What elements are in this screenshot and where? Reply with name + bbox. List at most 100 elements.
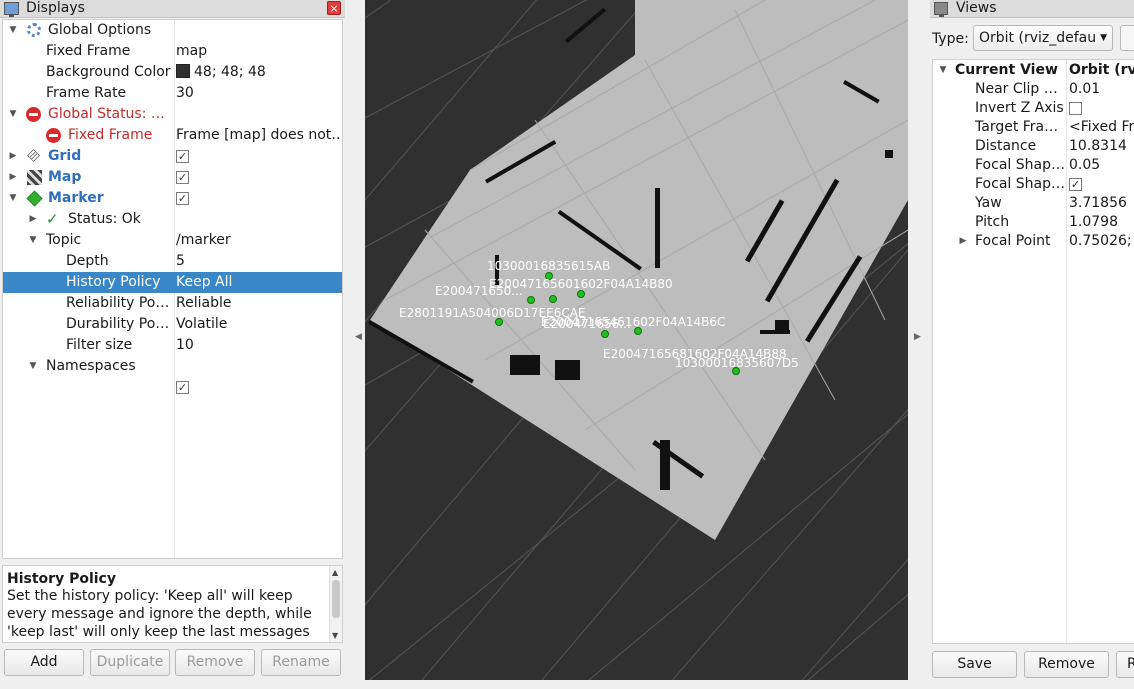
tree-value[interactable]: 0.01	[1069, 80, 1134, 99]
tree-key: Background Color	[46, 64, 171, 80]
collapse-arrow-icon[interactable]: ▼	[8, 188, 18, 209]
left-splitter[interactable]: ◀	[345, 0, 365, 689]
tree-key: Durability Po…	[66, 316, 170, 332]
tree-value[interactable]: 10.8314	[1069, 137, 1134, 156]
tree-row-history-policy[interactable]: History Policy Keep All	[3, 272, 342, 293]
tree-value[interactable]: <Fixed Fra	[1069, 118, 1134, 137]
tree-row-durability-policy[interactable]: Durability Po… Volatile	[3, 314, 342, 335]
collapse-arrow-icon[interactable]: ▼	[28, 230, 38, 251]
tree-row-global-status[interactable]: ▼ Global Status: E…	[3, 104, 342, 125]
tree-value[interactable]: 0.05	[1069, 156, 1134, 175]
grid-enabled-checkbox[interactable]: ✓	[176, 150, 189, 163]
remove-button[interactable]: Remove	[175, 649, 255, 676]
marker-point[interactable]	[549, 295, 557, 303]
namespace-checkbox[interactable]: ✓	[176, 381, 189, 394]
scrollbar-thumb[interactable]	[332, 580, 340, 618]
add-button[interactable]: Add	[4, 649, 84, 676]
tree-key: Invert Z Axis	[975, 100, 1064, 116]
tree-row-namespaces[interactable]: ▼ Namespaces	[3, 356, 342, 377]
expand-arrow-icon[interactable]: ▶	[8, 146, 18, 167]
rename-button[interactable]: Rename	[261, 649, 341, 676]
tree-value[interactable]: 48; 48; 48	[176, 62, 342, 83]
view-type-select[interactable]: Orbit (rviz_defau ▼	[973, 25, 1113, 51]
expand-arrow-icon[interactable]: ▶	[958, 232, 968, 253]
expand-arrow-icon[interactable]: ▶	[28, 209, 38, 230]
vtree-row-focal-shape-size[interactable]: Focal Shap… 0.05	[933, 156, 1134, 175]
tree-key: Filter size	[66, 337, 133, 353]
tree-row-status-ok[interactable]: ▶ ✓ Status: Ok	[3, 209, 342, 230]
marker-point[interactable]	[601, 330, 609, 338]
expand-arrow-icon[interactable]: ▶	[8, 167, 18, 188]
duplicate-button[interactable]: Duplicate	[90, 649, 170, 676]
vtree-row-current-view[interactable]: ▼ Current View Orbit (rviz	[933, 61, 1134, 80]
marker-label: 10300016835615AB	[487, 259, 610, 273]
tree-row-fixed-frame[interactable]: Fixed Frame map	[3, 41, 342, 62]
scroll-down-icon[interactable]: ▼	[332, 631, 338, 640]
tree-row-grid[interactable]: ▶ Grid ✓	[3, 146, 342, 167]
tree-row-filter-size[interactable]: Filter size 10	[3, 335, 342, 356]
3d-view[interactable]: 10300016835615AB E20047165601602F04A14B8…	[365, 0, 908, 680]
displays-tree: ▼ Global Options Fixed Frame map Backgro…	[2, 19, 343, 559]
vtree-row-invert-z[interactable]: Invert Z Axis	[933, 99, 1134, 118]
tree-row-topic[interactable]: ▼ Topic /marker	[3, 230, 342, 251]
marker-point[interactable]	[527, 296, 535, 304]
tree-value[interactable]: map	[176, 41, 342, 62]
background-color-value: 48; 48; 48	[194, 64, 266, 80]
tree-row-fixed-frame-error[interactable]: Fixed Frame Frame [map] does not…	[3, 125, 342, 146]
tree-key: Near Clip …	[975, 81, 1058, 97]
tree-value[interactable]: /marker	[176, 230, 342, 251]
tree-value[interactable]: 1.0798	[1069, 213, 1134, 232]
collapse-arrow-icon[interactable]: ▼	[28, 356, 38, 377]
vtree-row-yaw[interactable]: Yaw 3.71856	[933, 194, 1134, 213]
tree-value[interactable]: 5	[176, 251, 342, 272]
right-splitter[interactable]: ▶	[908, 0, 930, 689]
remove-view-button[interactable]: Remove	[1024, 651, 1109, 678]
tree-row-namespace-item[interactable]: ✓	[3, 377, 342, 398]
3d-scene[interactable]: 10300016835615AB E20047165601602F04A14B8…	[365, 0, 908, 680]
map-enabled-checkbox[interactable]: ✓	[176, 171, 189, 184]
vtree-row-focal-shape-fixed[interactable]: Focal Shap… ✓	[933, 175, 1134, 194]
zero-button[interactable]	[1120, 25, 1134, 51]
focal-shape-checkbox[interactable]: ✓	[1069, 178, 1082, 191]
gear-icon	[27, 23, 41, 37]
tree-row-depth[interactable]: Depth 5	[3, 251, 342, 272]
marker-point[interactable]	[577, 290, 585, 298]
tree-value[interactable]: 30	[176, 83, 342, 104]
tree-key: Pitch	[975, 214, 1010, 230]
tree-row-map[interactable]: ▶ Map ✓	[3, 167, 342, 188]
tree-row-marker[interactable]: ▼ Marker ✓	[3, 188, 342, 209]
tree-key: Marker	[48, 190, 104, 206]
rename-view-button[interactable]: R	[1116, 651, 1134, 678]
tree-value[interactable]: Volatile	[176, 314, 342, 335]
tree-row-frame-rate[interactable]: Frame Rate 30	[3, 83, 342, 104]
vtree-row-focal-point[interactable]: ▶ Focal Point 0.75026; -	[933, 232, 1134, 251]
collapse-arrow-icon[interactable]: ▼	[8, 104, 18, 125]
collapse-arrow-icon[interactable]: ▼	[8, 20, 18, 41]
vtree-row-target-frame[interactable]: Target Fra… <Fixed Fra	[933, 118, 1134, 137]
vtree-row-pitch[interactable]: Pitch 1.0798	[933, 213, 1134, 232]
scroll-up-icon[interactable]: ▲	[332, 568, 338, 577]
tree-row-reliability-policy[interactable]: Reliability Po… Reliable	[3, 293, 342, 314]
collapse-right-icon[interactable]: ▶	[914, 332, 921, 342]
tree-key: Global Status: E…	[48, 106, 172, 122]
help-scrollbar[interactable]: ▲ ▼	[329, 566, 342, 642]
tree-key: Namespaces	[46, 358, 136, 374]
tree-key: Reliability Po…	[66, 295, 170, 311]
tree-value[interactable]: 3.71856	[1069, 194, 1134, 213]
collapse-arrow-icon[interactable]: ▼	[938, 61, 948, 82]
collapse-left-icon[interactable]: ◀	[355, 332, 362, 342]
vtree-row-near-clip[interactable]: Near Clip … 0.01	[933, 80, 1134, 99]
tree-value[interactable]: 10	[176, 335, 342, 356]
vtree-row-distance[interactable]: Distance 10.8314	[933, 137, 1134, 156]
marker-enabled-checkbox[interactable]: ✓	[176, 192, 189, 205]
tree-row-global-options[interactable]: ▼ Global Options	[3, 20, 342, 41]
tree-value[interactable]: Keep All	[176, 272, 342, 293]
save-view-button[interactable]: Save	[932, 651, 1017, 678]
views-titlebar: Views	[930, 0, 1134, 18]
tree-value[interactable]: Reliable	[176, 293, 342, 314]
close-icon[interactable]: ×	[327, 1, 341, 15]
color-swatch[interactable]	[176, 64, 190, 78]
tree-value[interactable]: 0.75026; -	[1069, 232, 1134, 251]
tree-row-background-color[interactable]: Background Color 48; 48; 48	[3, 62, 342, 83]
invert-z-checkbox[interactable]	[1069, 102, 1082, 115]
